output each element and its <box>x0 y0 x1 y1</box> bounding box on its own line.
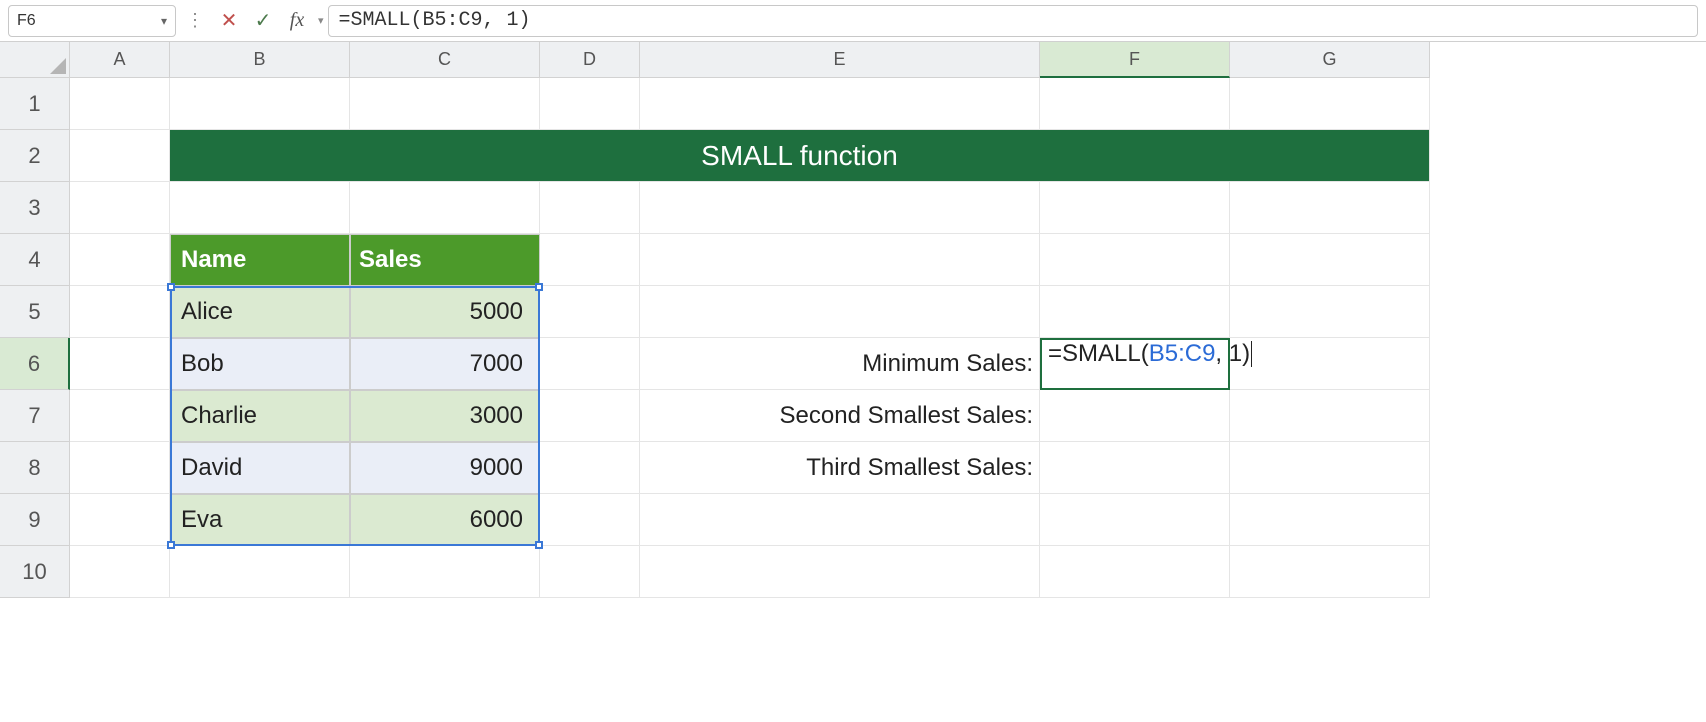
table-header-name[interactable]: Name <box>170 234 350 286</box>
cell-C7[interactable]: 3000 <box>350 390 540 442</box>
cell-E10[interactable] <box>640 546 1040 598</box>
cell-C5[interactable]: 5000 <box>350 286 540 338</box>
cell-D9[interactable] <box>540 494 640 546</box>
row-header-6[interactable]: 6 <box>0 338 70 390</box>
cell-D8[interactable] <box>540 442 640 494</box>
cell-F5[interactable] <box>1040 286 1230 338</box>
cell-D10[interactable] <box>540 546 640 598</box>
cell-D6[interactable] <box>540 338 640 390</box>
cell-B1[interactable] <box>170 78 350 130</box>
cell-C8[interactable]: 9000 <box>350 442 540 494</box>
cell-D3[interactable] <box>540 182 640 234</box>
cell-F9[interactable] <box>1040 494 1230 546</box>
cell-G7[interactable] <box>1230 390 1430 442</box>
formula-input[interactable]: =SMALL(B5:C9, 1) <box>328 5 1698 37</box>
cell-B7[interactable]: Charlie <box>170 390 350 442</box>
cell-F8[interactable] <box>1040 442 1230 494</box>
cell-A4[interactable] <box>70 234 170 286</box>
cell-A6[interactable] <box>70 338 170 390</box>
cell-E4[interactable] <box>640 234 1040 286</box>
cell-F6[interactable] <box>1040 338 1230 390</box>
row-header-2[interactable]: 2 <box>0 130 70 182</box>
row-header-7[interactable]: 7 <box>0 390 70 442</box>
table-header-sales[interactable]: Sales <box>350 234 540 286</box>
cancel-button[interactable]: ✕ <box>214 6 244 36</box>
cell-G1[interactable] <box>1230 78 1430 130</box>
name-box[interactable]: F6 ▾ <box>8 5 176 37</box>
cell-F4[interactable] <box>1040 234 1230 286</box>
cell-C6[interactable]: 7000 <box>350 338 540 390</box>
cell-C1[interactable] <box>350 78 540 130</box>
col-header-G[interactable]: G <box>1230 42 1430 78</box>
cell-B9[interactable]: Eva <box>170 494 350 546</box>
cell-A9[interactable] <box>70 494 170 546</box>
cell-C3[interactable] <box>350 182 540 234</box>
enter-button[interactable]: ✓ <box>248 6 278 36</box>
row-header-4[interactable]: 4 <box>0 234 70 286</box>
cell-E5[interactable] <box>640 286 1040 338</box>
cell-E3[interactable] <box>640 182 1040 234</box>
row-header-10[interactable]: 10 <box>0 546 70 598</box>
cell-A10[interactable] <box>70 546 170 598</box>
cell-A7[interactable] <box>70 390 170 442</box>
cell-F7[interactable] <box>1040 390 1230 442</box>
cell-A8[interactable] <box>70 442 170 494</box>
cell-D7[interactable] <box>540 390 640 442</box>
col-header-F[interactable]: F <box>1040 42 1230 78</box>
spreadsheet-grid[interactable]: A B C D E F G 1 2 SMALL function 3 4 Nam… <box>0 42 1706 598</box>
label-minimum-sales[interactable]: Minimum Sales: <box>640 338 1040 390</box>
cell-G4[interactable] <box>1230 234 1430 286</box>
row-header-8[interactable]: 8 <box>0 442 70 494</box>
cell-B5[interactable]: Alice <box>170 286 350 338</box>
label-third-smallest[interactable]: Third Smallest Sales: <box>640 442 1040 494</box>
cell-D4[interactable] <box>540 234 640 286</box>
row-header-5[interactable]: 5 <box>0 286 70 338</box>
fx-icon: fx <box>290 9 304 32</box>
cell-C10[interactable] <box>350 546 540 598</box>
cell-A2[interactable] <box>70 130 170 182</box>
cell-A5[interactable] <box>70 286 170 338</box>
formula-bar: F6 ▾ ⋮ ✕ ✓ fx ▾ =SMALL(B5:C9, 1) <box>0 0 1706 42</box>
title-banner[interactable]: SMALL function <box>170 130 1430 182</box>
row-header-3[interactable]: 3 <box>0 182 70 234</box>
col-header-B[interactable]: B <box>170 42 350 78</box>
col-header-C[interactable]: C <box>350 42 540 78</box>
chevron-down-icon[interactable]: ▾ <box>161 14 167 28</box>
select-all-corner[interactable] <box>0 42 70 78</box>
col-header-D[interactable]: D <box>540 42 640 78</box>
cell-E9[interactable] <box>640 494 1040 546</box>
cell-G5[interactable] <box>1230 286 1430 338</box>
cell-D5[interactable] <box>540 286 640 338</box>
cell-G8[interactable] <box>1230 442 1430 494</box>
cell-F10[interactable] <box>1040 546 1230 598</box>
insert-function-button[interactable]: fx <box>282 6 312 36</box>
cell-C9[interactable]: 6000 <box>350 494 540 546</box>
cell-A3[interactable] <box>70 182 170 234</box>
cell-B10[interactable] <box>170 546 350 598</box>
row-header-1[interactable]: 1 <box>0 78 70 130</box>
name-box-text: F6 <box>17 12 36 30</box>
cell-F1[interactable] <box>1040 78 1230 130</box>
row-header-9[interactable]: 9 <box>0 494 70 546</box>
cell-B3[interactable] <box>170 182 350 234</box>
separator: ⋮ <box>180 10 210 31</box>
cell-B8[interactable]: David <box>170 442 350 494</box>
cell-G9[interactable] <box>1230 494 1430 546</box>
cell-E1[interactable] <box>640 78 1040 130</box>
cell-A1[interactable] <box>70 78 170 130</box>
cell-G3[interactable] <box>1230 182 1430 234</box>
cell-B6[interactable]: Bob <box>170 338 350 390</box>
cell-D1[interactable] <box>540 78 640 130</box>
cell-G10[interactable] <box>1230 546 1430 598</box>
col-header-A[interactable]: A <box>70 42 170 78</box>
chevron-down-icon[interactable]: ▾ <box>318 14 324 27</box>
cell-G6[interactable] <box>1230 338 1430 390</box>
cell-F3[interactable] <box>1040 182 1230 234</box>
col-header-E[interactable]: E <box>640 42 1040 78</box>
formula-bar-text: =SMALL(B5:C9, 1) <box>339 9 531 32</box>
label-second-smallest[interactable]: Second Smallest Sales: <box>640 390 1040 442</box>
